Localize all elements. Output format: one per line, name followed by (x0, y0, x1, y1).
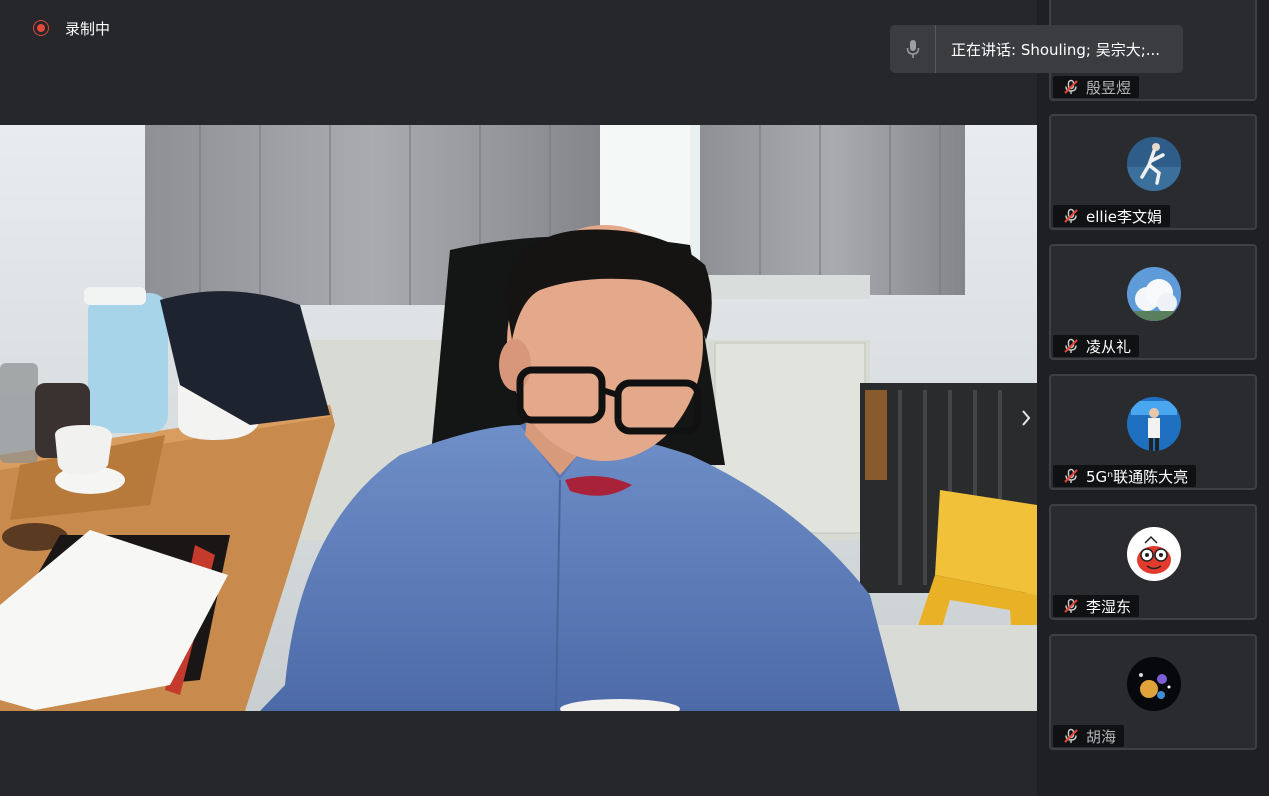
athlete-avatar-icon (1127, 137, 1181, 191)
participant-tile[interactable]: ellie李文娟 (1049, 114, 1257, 230)
participant-tile[interactable]: 凌从礼 (1049, 244, 1257, 360)
avatar (1127, 657, 1181, 711)
chevron-right-icon (1022, 410, 1031, 426)
space-planets-avatar-icon (1127, 657, 1181, 711)
avatar (1127, 267, 1181, 321)
video-frame (0, 125, 1037, 711)
mic-muted-icon (1064, 728, 1078, 743)
mic-muted-icon (1064, 79, 1078, 94)
recording-indicator[interactable]: 录制中 (33, 17, 110, 39)
name-tag: 李湿东 (1053, 595, 1140, 617)
participant-name: 5Gⁿ联通陈大亮 (1086, 467, 1189, 486)
participant-tile[interactable]: 胡海 (1049, 634, 1257, 750)
name-tag: 殷昱煜 (1053, 76, 1140, 98)
speaking-label: 正在讲话: Shouling; 吴宗大;... (951, 40, 1161, 59)
participant-name: 凌从礼 (1086, 337, 1132, 356)
avatar (1127, 137, 1181, 191)
avatar (1127, 527, 1181, 581)
participant-name: 殷昱煜 (1086, 78, 1132, 97)
sky-cloud-avatar-icon (1127, 267, 1181, 321)
name-tag: ellie李文娟 (1053, 205, 1170, 227)
microphone-icon (906, 40, 919, 58)
name-tag: 胡海 (1053, 725, 1125, 747)
mic-muted-icon (1064, 338, 1078, 353)
participant-name: ellie李文娟 (1086, 207, 1162, 226)
mic-muted-icon (1064, 208, 1078, 223)
participant-name: 胡海 (1086, 727, 1117, 746)
participant-tile[interactable]: 李湿东 (1049, 504, 1257, 620)
participant-tile[interactable]: 5Gⁿ联通陈大亮 (1049, 374, 1257, 490)
active-speaker-video (0, 125, 1037, 711)
avatar (1127, 397, 1181, 451)
mic-muted-icon (1064, 598, 1078, 613)
mic-muted-icon (1064, 468, 1078, 483)
cartoon-character-avatar-icon (1127, 527, 1181, 581)
active-speakers-banner[interactable]: 正在讲话: Shouling; 吴宗大;... (890, 25, 1183, 73)
next-page-arrow[interactable] (1018, 405, 1034, 431)
participant-name: 李湿东 (1086, 597, 1132, 616)
recording-label: 录制中 (65, 19, 111, 38)
stage-speaker-avatar-icon (1127, 397, 1181, 451)
name-tag: 5Gⁿ联通陈大亮 (1053, 465, 1197, 487)
recording-icon (33, 20, 49, 36)
speaking-mic (890, 25, 936, 73)
name-tag: 凌从礼 (1053, 335, 1140, 357)
main-stage: 录制中 (0, 0, 1037, 796)
participants-sidebar: 殷昱煜 ellie李文娟 凌从礼 5Gⁿ联通陈大亮 李湿东 胡海 (1037, 0, 1269, 796)
